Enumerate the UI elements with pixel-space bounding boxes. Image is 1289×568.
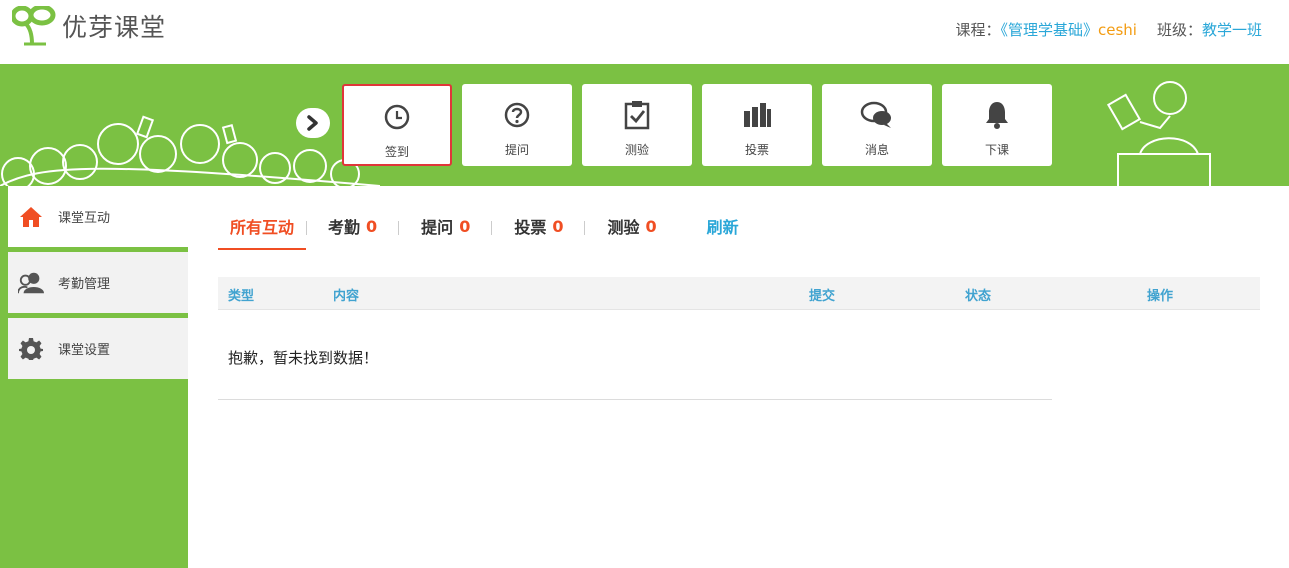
empty-state-message: 抱歉，暂未找到数据！ <box>228 349 379 367</box>
tool-label: 签到 <box>384 145 409 159</box>
bell-icon <box>986 102 1008 129</box>
bar-chart-icon <box>744 103 771 127</box>
sprout-logo-icon <box>12 6 56 46</box>
table-divider <box>218 399 1052 400</box>
toolbar-toggle-button[interactable] <box>296 108 330 138</box>
column-header-type: 类型 <box>228 289 255 304</box>
tool-question[interactable]: 提问 <box>462 84 572 166</box>
tool-label: 测验 <box>624 143 649 157</box>
tool-vote[interactable]: 投票 <box>702 84 812 166</box>
tab-count: 0 <box>552 216 564 236</box>
tab-vote[interactable]: 投票 0 <box>492 204 586 248</box>
tab-label: 提问 <box>421 218 454 237</box>
chat-icon <box>860 101 891 128</box>
app-root: 优芽课堂 课程：《管理学基础》ceshi 班级：教学一班 签到 提问 测验 投票… <box>0 0 1289 568</box>
tool-end-class[interactable]: 下课 <box>942 84 1052 166</box>
column-header-status: 状态 <box>965 289 992 304</box>
refresh-link[interactable]: 刷新 <box>679 204 761 248</box>
tab-count: 0 <box>645 216 657 236</box>
tab-label: 所有互动 <box>230 218 295 237</box>
course-name-link[interactable]: 《管理学基础》 <box>1000 21 1098 39</box>
tab-quiz[interactable]: 测验 0 <box>585 204 678 248</box>
sidebar-item-label: 课堂设置 <box>58 343 111 358</box>
table-header: 类型 内容 提交 状态 操作 <box>218 277 1260 310</box>
chevron-right-icon <box>307 115 318 131</box>
tab-label: 投票 <box>514 218 547 237</box>
clipboard-check-icon <box>624 101 650 130</box>
top-header: 优芽课堂 课程：《管理学基础》ceshi 班级：教学一班 <box>0 0 1289 64</box>
sidebar-item-label: 课堂互动 <box>58 211 111 226</box>
column-header-submit: 提交 <box>809 289 836 304</box>
tool-checkin[interactable]: 签到 <box>342 84 452 166</box>
sidebar-item-label: 考勤管理 <box>58 277 111 292</box>
gear-icon <box>19 337 43 360</box>
interaction-tabs: 所有互动 考勤 0 提问 0 投票 0 测验 0 刷新 <box>218 204 761 252</box>
tab-count: 0 <box>459 216 471 236</box>
course-label: 课程： <box>955 21 1001 39</box>
home-icon <box>20 206 42 227</box>
sidebar-item-attendance[interactable]: 考勤管理 <box>8 252 188 313</box>
tab-count: 0 <box>366 216 378 236</box>
logo[interactable]: 优芽课堂 <box>12 6 166 46</box>
tab-question[interactable]: 提问 0 <box>399 204 493 248</box>
sidebar: 课堂互动 考勤管理 课堂设置 <box>0 186 188 568</box>
course-suffix: ceshi <box>1098 21 1137 39</box>
users-icon <box>18 272 44 293</box>
column-header-content: 内容 <box>333 289 360 304</box>
tool-label: 投票 <box>744 143 769 157</box>
clock-icon <box>384 104 410 130</box>
column-header-actions: 操作 <box>1147 289 1174 304</box>
tab-attendance[interactable]: 考勤 0 <box>306 204 400 248</box>
tool-label: 下课 <box>984 143 1009 157</box>
tab-label: 测验 <box>607 218 640 237</box>
tab-label: 考勤 <box>328 218 361 237</box>
class-name-link[interactable]: 教学一班 <box>1202 21 1262 39</box>
question-icon <box>504 102 530 128</box>
course-info: 课程：《管理学基础》ceshi 班级：教学一班 <box>955 19 1262 40</box>
sidebar-item-settings[interactable]: 课堂设置 <box>8 318 188 379</box>
class-label: 班级： <box>1156 21 1202 39</box>
tool-label: 提问 <box>504 143 529 157</box>
tool-quiz[interactable]: 测验 <box>582 84 692 166</box>
tool-message[interactable]: 消息 <box>822 84 932 166</box>
brand-name: 优芽课堂 <box>62 13 167 42</box>
toolbar-banner: 签到 提问 测验 投票 消息 下课 <box>0 64 1289 186</box>
tab-all-interactions[interactable]: 所有互动 <box>218 204 307 250</box>
tool-label: 消息 <box>864 143 889 157</box>
sidebar-item-classroom-interaction[interactable]: 课堂互动 <box>8 186 188 247</box>
teacher-illustration <box>1106 81 1211 186</box>
